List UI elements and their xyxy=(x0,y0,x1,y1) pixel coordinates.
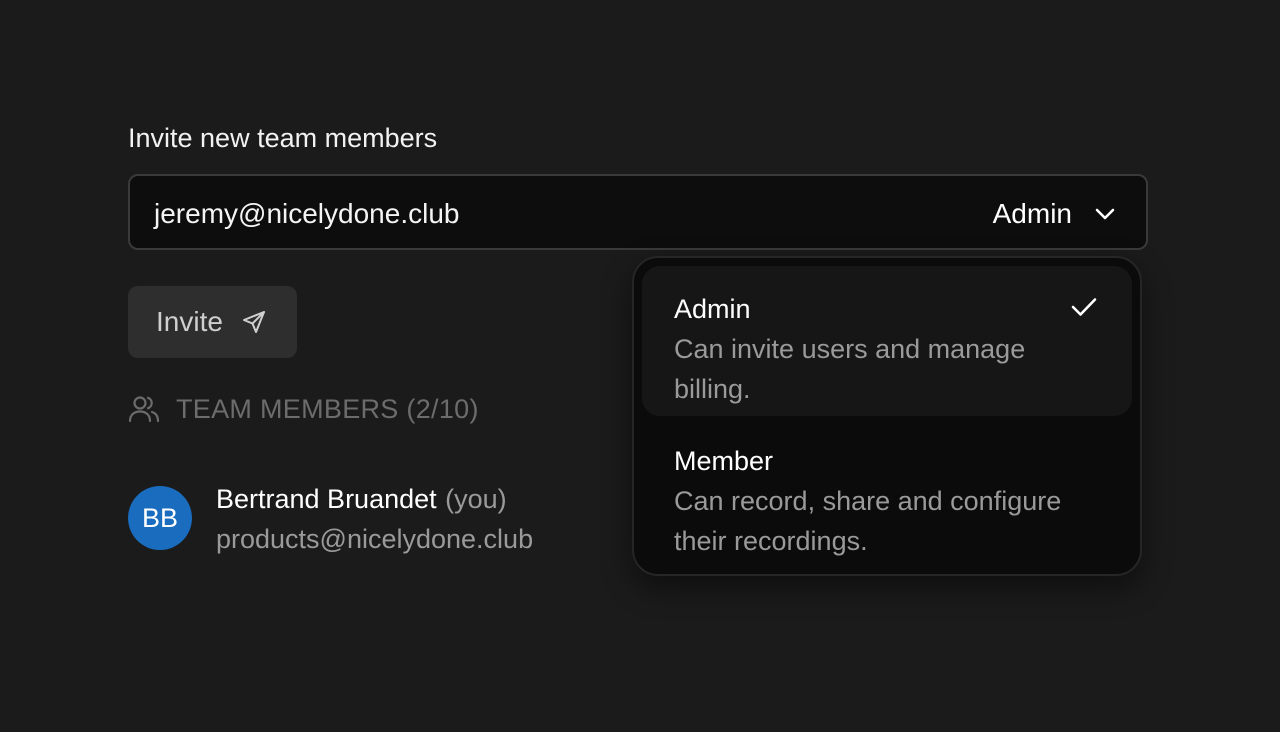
check-icon xyxy=(1070,296,1098,323)
invite-team-panel: Invite new team members jeremy@nicelydon… xyxy=(0,0,1280,732)
email-input[interactable]: jeremy@nicelydone.club xyxy=(154,197,459,231)
users-icon xyxy=(128,394,160,424)
team-members-count: TEAM MEMBERS (2/10) xyxy=(176,394,479,424)
member-email: products@nicelydone.club xyxy=(216,524,534,554)
role-option-admin[interactable]: Admin Can invite users and manage billin… xyxy=(642,266,1132,416)
role-option-description: Can record, share and configure their re… xyxy=(674,486,1062,556)
role-option-description: Can invite users and manage billing. xyxy=(674,334,1026,404)
role-select[interactable]: Admin xyxy=(993,194,1116,234)
avatar: BB xyxy=(128,486,192,550)
invite-field[interactable]: jeremy@nicelydone.club Admin xyxy=(128,174,1148,250)
send-icon xyxy=(241,309,267,335)
member-name: Bertrand Bruandet xyxy=(216,484,437,514)
role-dropdown-menu: Admin Can invite users and manage billin… xyxy=(632,256,1142,576)
invite-button[interactable]: Invite xyxy=(128,286,297,358)
invite-button-label: Invite xyxy=(156,306,223,337)
role-option-title: Admin xyxy=(674,294,751,324)
member-you-tag: (you) xyxy=(445,484,507,514)
role-select-value: Admin xyxy=(992,198,1072,229)
role-option-member[interactable]: Member Can record, share and configure t… xyxy=(642,418,1132,570)
team-members-header: TEAM MEMBERS (2/10) xyxy=(128,392,479,426)
chevron-down-icon xyxy=(1094,207,1116,221)
section-title: Invite new team members xyxy=(128,123,438,153)
member-info: Bertrand Bruandet (you) products@nicelyd… xyxy=(216,482,533,556)
role-option-title: Member xyxy=(674,446,774,476)
